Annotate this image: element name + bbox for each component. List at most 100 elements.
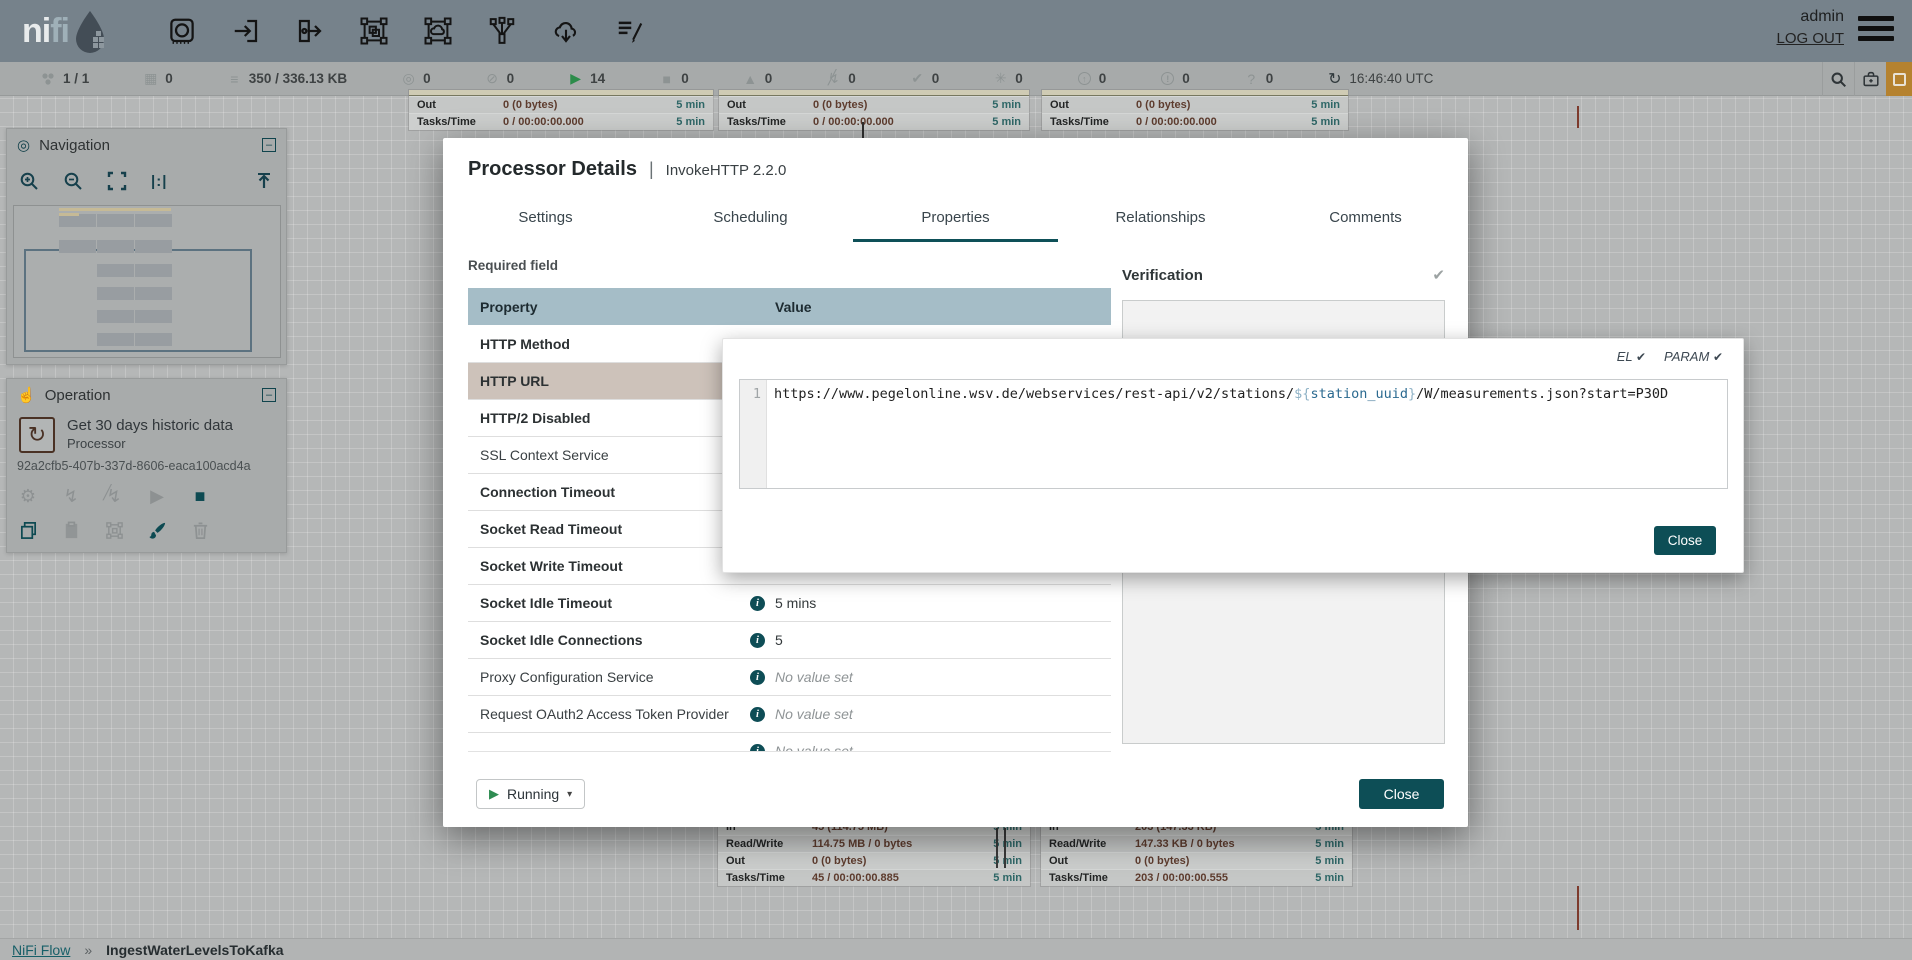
copy-icon[interactable] [17,519,39,541]
tab-properties[interactable]: Properties [853,198,1058,242]
property-value-cell[interactable]: i5 [740,632,1111,648]
tab-settings[interactable]: Settings [443,198,648,242]
processor-stats-table[interactable]: In203 (147.33 KB)5 minRead/Write147.33 K… [1041,818,1352,886]
run-state-label: Running [507,786,559,802]
stopped-icon: ■ [659,71,674,87]
status-disabled: ↯0 [826,70,856,87]
nifi-logo: nifi [22,9,109,53]
http-url-value[interactable]: https://www.pegelonline.wsv.de/webservic… [767,380,1668,488]
status-locally-modified-count: 0 [1015,71,1023,86]
remote-process-group-icon[interactable] [423,16,453,46]
status-stopped: ■0 [659,71,689,87]
stop-icon[interactable]: ■ [189,485,211,507]
value-code-editor[interactable]: 1 https://www.pegelonline.wsv.de/webserv… [739,379,1728,489]
line-number-gutter: 1 [740,380,767,488]
color-icon[interactable] [146,519,168,541]
label-icon[interactable] [615,16,645,46]
collapse-operation-icon[interactable]: – [262,388,276,402]
status-locally-modified-stale: !0 [1160,71,1190,86]
status-stale: ↑0 [1077,71,1107,86]
tab-scheduling[interactable]: Scheduling [648,198,853,242]
paste-icon[interactable] [60,519,82,541]
status-disabled-count: 0 [848,71,856,86]
disable-icon[interactable]: ↯ [103,485,125,507]
property-value: No value set [775,669,853,685]
zoom-out-icon[interactable] [63,171,83,191]
leave-group-icon[interactable] [254,171,274,191]
status-cluster: 1 / 1 [40,71,89,86]
info-icon[interactable]: i [750,744,765,753]
funnel-icon[interactable] [487,16,517,46]
expression-variable: station_uuid [1310,386,1408,402]
global-menu-icon[interactable] [1858,16,1894,44]
status-up-to-date-count: 0 [932,71,940,86]
property-name: Socket Read Timeout [468,521,740,537]
property-row: Proxy Configuration ServiceiNo value set [468,658,1111,695]
property-row: Socket Idle Connectionsi5 [468,621,1111,658]
tab-comments[interactable]: Comments [1263,198,1468,242]
processor-icon[interactable] [167,16,197,46]
status-running: ▶14 [568,70,605,87]
process-group-icon[interactable] [359,16,389,46]
settings-active-icon[interactable] [1886,62,1912,96]
operation-panel: ☝ Operation – ↻ Get 30 days historic dat… [6,378,287,553]
property-value-cell[interactable]: iNo value set [740,743,1111,752]
connection-line [1577,106,1579,128]
processor-stats-table[interactable]: Out0 (0 bytes)5 minTasks/Time0 / 00:00:0… [719,90,1029,130]
start-icon[interactable]: ▶ [146,485,168,507]
collapse-navigation-icon[interactable]: – [262,138,276,152]
zoom-actual-icon[interactable]: |:| [151,173,167,190]
breadcrumb-root-link[interactable]: NiFi Flow [12,942,70,958]
up-to-date-icon: ✔ [910,70,925,87]
property-name: HTTP Method [468,336,740,352]
template-icon[interactable] [551,16,581,46]
minimap-block [135,333,172,346]
operation-title: Operation [45,387,253,404]
delete-icon[interactable] [189,519,211,541]
stat-row: Out0 (0 bytes)5 min [1041,852,1352,869]
property-value-cell[interactable]: i No value set [740,669,1111,685]
dialog-tabs: SettingsSchedulingPropertiesRelationship… [443,198,1468,242]
processor-stats-table[interactable]: Out0 (0 bytes)5 minTasks/Time0 / 00:00:0… [409,90,713,130]
param-badge: PARAM ✔ [1664,349,1723,364]
logout-link[interactable]: LOG OUT [1776,30,1844,47]
stat-row: Out0 (0 bytes)5 min [719,96,1029,113]
verification-check-icon[interactable]: ✔ [1432,266,1445,284]
run-state-button[interactable]: ▶ Running ▾ [476,779,585,809]
input-port-icon[interactable] [231,16,261,46]
enable-icon[interactable]: ↯ [60,485,82,507]
refresh-status[interactable]: ↻ 16:46:40 UTC [1327,69,1433,89]
group-icon[interactable] [103,519,125,541]
info-icon[interactable]: i [750,670,765,685]
info-icon[interactable]: i [750,596,765,611]
property-value-cell[interactable]: i5 mins [740,595,1111,611]
dialog-close-button[interactable]: Close [1359,779,1444,809]
processor-stats-table[interactable]: In45 (114.75 MB)5 minRead/Write114.75 MB… [718,818,1030,886]
info-icon[interactable]: i [750,633,765,648]
processor-stats-table[interactable]: Out0 (0 bytes)5 minTasks/Time0 / 00:00:0… [1042,90,1348,130]
configure-icon[interactable]: ⚙ [17,485,39,507]
navigation-icon: ◎ [17,136,30,154]
verification-title: Verification [1122,267,1432,284]
component-toolbar [167,16,645,46]
toolbox-icon[interactable] [1854,62,1886,96]
navigation-title: Navigation [39,137,253,154]
popup-close-button[interactable]: Close [1654,526,1716,555]
property-value: No value set [775,706,853,722]
breadcrumb-separator: » [84,942,92,958]
minimap-block [97,287,134,300]
refresh-icon[interactable]: ↻ [1327,69,1342,89]
info-icon[interactable]: i [750,707,765,722]
property-value-cell[interactable]: i No value set [740,706,1111,722]
selected-component-id: 92a2cfb5-407b-337d-8606-eaca100acd4a [17,459,276,473]
minimap[interactable] [13,205,281,358]
tab-relationships[interactable]: Relationships [1058,198,1263,242]
minimap-block [135,310,172,323]
status-not-transmitting-count: 0 [507,71,515,86]
stat-row: Out0 (0 bytes)5 min [1042,96,1348,113]
dialog-title: Processor Details [468,158,637,181]
output-port-icon[interactable] [295,16,325,46]
zoom-in-icon[interactable] [19,171,39,191]
zoom-fit-icon[interactable] [107,171,127,191]
search-icon[interactable] [1822,62,1854,96]
